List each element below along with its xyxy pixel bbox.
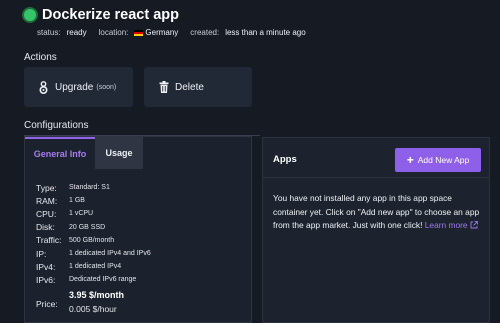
location-value-wrap: Germany — [134, 28, 178, 37]
spec-key: IPv6: — [36, 274, 56, 285]
learn-more-label: Learn more — [424, 220, 468, 230]
tab-general-info[interactable]: General Info — [25, 137, 95, 169]
spec-value: 20 GB SSD — [69, 223, 106, 231]
apps-empty-state: You have not installed any app in this a… — [273, 192, 485, 234]
spec-row-type: Type: Standard: S1 — [36, 181, 246, 194]
spec-row-ipv6: IPv6: Dedicated IPv6 range — [36, 273, 246, 286]
actions-title: Actions — [24, 52, 57, 63]
upgrade-button[interactable]: Upgrade (soon) — [24, 67, 133, 107]
price-hourly: 0.005 $/hour — [69, 303, 117, 314]
created-key: created: — [190, 28, 220, 37]
created-value: less than a minute ago — [225, 28, 306, 37]
specs-list: Type: Standard: S1 RAM: 1 GB CPU: 1 vCPU… — [36, 181, 246, 316]
external-link-icon — [470, 220, 478, 234]
price-values: 3.95 $/month 0.005 $/hour — [69, 289, 124, 316]
configurations-title: Configurations — [24, 120, 89, 131]
app-header: Dockerize react app — [24, 7, 179, 23]
add-new-app-label: Add New App — [417, 155, 470, 165]
tab-usage[interactable]: Usage — [95, 137, 143, 169]
spec-row-cpu: CPU: 1 vCPU — [36, 207, 246, 220]
spec-key: IPv4: — [36, 261, 56, 272]
status-indicator-icon — [24, 9, 36, 21]
learn-more-link[interactable]: Learn more — [425, 220, 478, 230]
plus-icon: + — [406, 153, 414, 167]
spec-key: RAM: — [36, 195, 58, 206]
spec-row-traffic: Traffic: 500 GB/month — [36, 234, 246, 247]
upgrade-soon-label: (soon) — [96, 83, 117, 91]
price-monthly: 3.95 $/month — [69, 289, 125, 300]
spec-key: CPU: — [36, 208, 57, 219]
spec-value: 1 dedicated IPv4 — [69, 263, 122, 271]
spec-row-ram: RAM: 1 GB — [36, 194, 246, 207]
spec-value: 500 GB/month — [69, 236, 115, 244]
spec-key: Disk: — [36, 222, 55, 233]
delete-label: Delete — [175, 81, 204, 93]
location-key: location: — [98, 28, 129, 37]
configurations-tabs: General Info Usage — [25, 137, 143, 169]
apps-header: Apps + Add New App — [263, 138, 489, 178]
spec-value: Dedicated IPv6 range — [69, 276, 137, 284]
configurations-card: General Info Usage Type: Standard: S1 RA… — [24, 136, 252, 323]
apps-card: Apps + Add New App You have not installe… — [262, 137, 490, 323]
price-key: Price: — [36, 298, 58, 309]
spec-value: 1 vCPU — [69, 210, 94, 218]
spec-value: Standard: S1 — [69, 184, 110, 192]
spec-row-price: Price: 3.95 $/month 0.005 $/hour — [36, 289, 246, 316]
spec-value: 1 GB — [69, 197, 85, 205]
spec-value: 1 dedicated IPv4 and IPv6 — [69, 250, 151, 258]
germany-flag-icon — [134, 30, 144, 36]
app-title: Dockerize react app — [42, 7, 180, 23]
spec-row-ipv4: IPv4: 1 dedicated IPv4 — [36, 260, 246, 273]
spec-key: IP: — [36, 248, 47, 259]
status-value: ready — [66, 28, 87, 37]
spec-row-disk: Disk: 20 GB SSD — [36, 221, 246, 234]
spec-row-ip: IP: 1 dedicated IPv4 and IPv6 — [36, 247, 246, 260]
apps-title: Apps — [273, 154, 297, 165]
delete-button[interactable]: Delete — [144, 67, 252, 107]
add-new-app-button[interactable]: + Add New App — [395, 148, 481, 172]
app-meta: status: ready location: Germany created:… — [37, 28, 312, 37]
location-value: Germany — [145, 28, 179, 37]
status-key: status: — [37, 28, 61, 37]
gem-icon — [38, 80, 49, 94]
trash-icon — [158, 81, 169, 94]
spec-key: Type: — [36, 182, 57, 193]
upgrade-label: Upgrade — [55, 81, 94, 93]
spec-key: Traffic: — [36, 235, 62, 246]
